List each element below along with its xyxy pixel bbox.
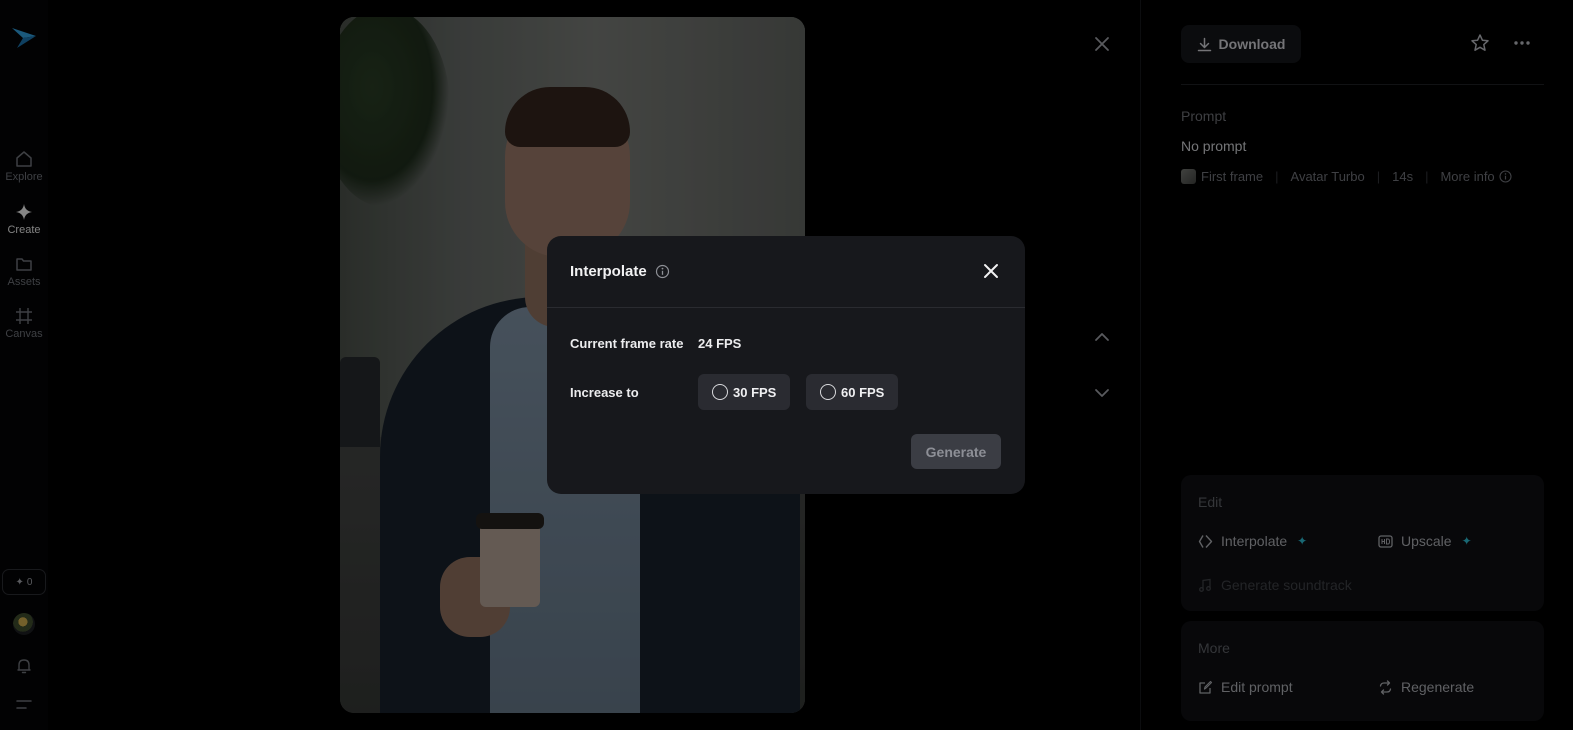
fps-option-30[interactable]: 30 FPS (698, 374, 791, 410)
modal-title: Interpolate (570, 263, 647, 280)
interpolate-modal: Interpolate Current frame rate 24 FPS In… (547, 236, 1025, 494)
fps-option-60[interactable]: 60 FPS (806, 374, 899, 410)
generate-button[interactable]: Generate (911, 434, 1001, 469)
increase-to-label: Increase to (570, 385, 639, 400)
modal-header: Interpolate (547, 236, 1025, 308)
fps-option-label: 60 FPS (841, 384, 885, 400)
radio-button[interactable] (820, 384, 836, 400)
info-icon[interactable] (655, 264, 670, 279)
current-frame-rate-value: 24 FPS (698, 336, 742, 351)
close-icon[interactable] (982, 262, 1000, 280)
current-frame-rate-label: Current frame rate (570, 336, 684, 351)
radio-button[interactable] (712, 384, 728, 400)
fps-option-label: 30 FPS (733, 384, 777, 400)
